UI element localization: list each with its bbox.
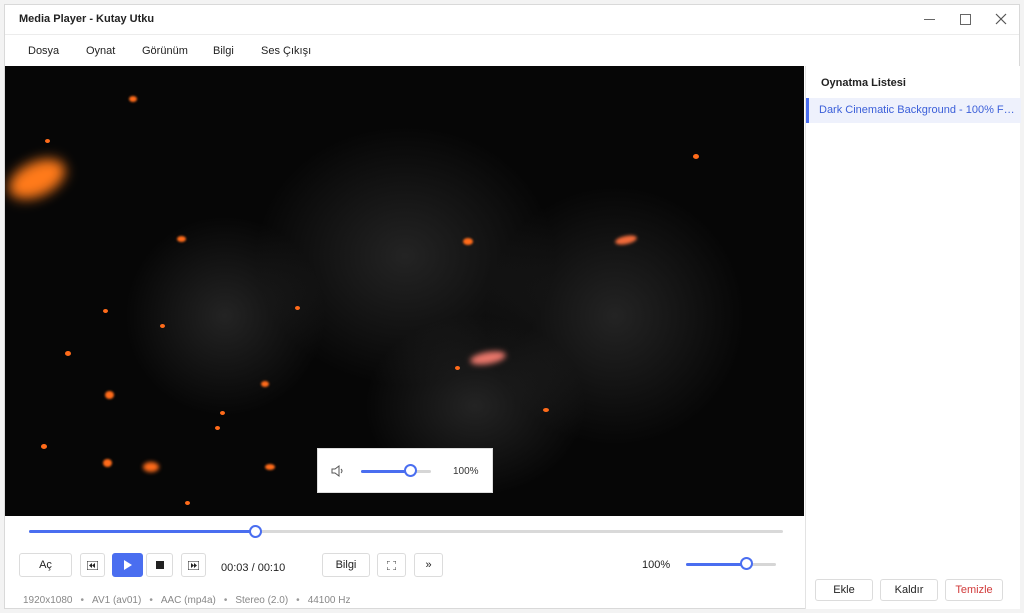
menu-dosya[interactable]: Dosya: [28, 45, 59, 57]
volume-popup-handle[interactable]: [404, 464, 417, 477]
close-button[interactable]: [987, 9, 1015, 29]
remove-button[interactable]: Kaldır: [880, 579, 938, 601]
media-info-bar: 1920x1080 • AV1 (av01) • AAC (mp4a) • St…: [23, 595, 351, 606]
next-icon: [188, 560, 199, 570]
play-button[interactable]: [112, 553, 143, 577]
menu-bilgi[interactable]: Bilgi: [213, 45, 234, 57]
volume-popup: 100%: [317, 448, 493, 493]
menu-bar: Dosya Oynat Görünüm Bilgi Ses Çıkışı: [5, 34, 1019, 65]
volume-slider-handle[interactable]: [740, 557, 753, 570]
playlist-item[interactable]: Dark Cinematic Background - 100% Free...: [806, 98, 1021, 123]
add-button[interactable]: Ekle: [815, 579, 873, 601]
sample-rate-text: 44100 Hz: [307, 595, 351, 606]
volume-slider-fill: [686, 563, 746, 566]
minimize-icon: [923, 18, 935, 20]
video-codec-text: AV1 (av01): [92, 595, 142, 606]
playlist-item-label: Dark Cinematic Background - 100% Free...: [819, 104, 1017, 116]
app-window: Media Player - Kutay Utku Dosya Oynat Gö…: [4, 4, 1021, 609]
maximize-button[interactable]: [951, 9, 979, 29]
menu-oynat[interactable]: Oynat: [86, 45, 115, 57]
window-title: Media Player - Kutay Utku: [19, 13, 155, 25]
next-button[interactable]: [181, 553, 206, 577]
title-bar: Media Player - Kutay Utku: [5, 5, 1019, 33]
clear-button[interactable]: Temizle: [945, 579, 1003, 601]
open-button[interactable]: Aç: [19, 553, 72, 577]
play-icon: [124, 560, 132, 570]
fullscreen-button[interactable]: [377, 553, 406, 577]
previous-icon: [87, 560, 98, 570]
stop-button[interactable]: [146, 553, 173, 577]
more-button[interactable]: »: [414, 553, 443, 577]
maximize-icon: [959, 13, 971, 25]
playlist-panel: Oynatma Listesi Dark Cinematic Backgroun…: [805, 66, 1021, 609]
speaker-icon[interactable]: [330, 463, 346, 479]
playlist-title: Oynatma Listesi: [821, 77, 906, 89]
close-icon: [995, 13, 1007, 25]
resolution-text: 1920x1080: [23, 595, 73, 606]
channels-text: Stereo (2.0): [235, 595, 289, 606]
audio-codec-text: AAC (mp4a): [160, 595, 216, 606]
previous-button[interactable]: [80, 553, 105, 577]
menu-gorunum[interactable]: Görünüm: [142, 45, 188, 57]
time-display: 00:03 / 00:10: [221, 562, 286, 574]
volume-percent: 100%: [642, 559, 671, 571]
minimize-button[interactable]: [915, 9, 943, 29]
stop-icon: [155, 561, 164, 569]
seek-bar-progress: [29, 530, 255, 533]
info-button[interactable]: Bilgi: [322, 553, 370, 577]
fullscreen-icon: [387, 560, 396, 570]
menu-ses-cikisi[interactable]: Ses Çıkışı: [261, 45, 311, 57]
video-surface[interactable]: 100%: [5, 66, 804, 516]
volume-popup-fill: [361, 470, 410, 473]
seek-handle[interactable]: [249, 525, 262, 538]
volume-popup-percent: 100%: [453, 466, 479, 477]
